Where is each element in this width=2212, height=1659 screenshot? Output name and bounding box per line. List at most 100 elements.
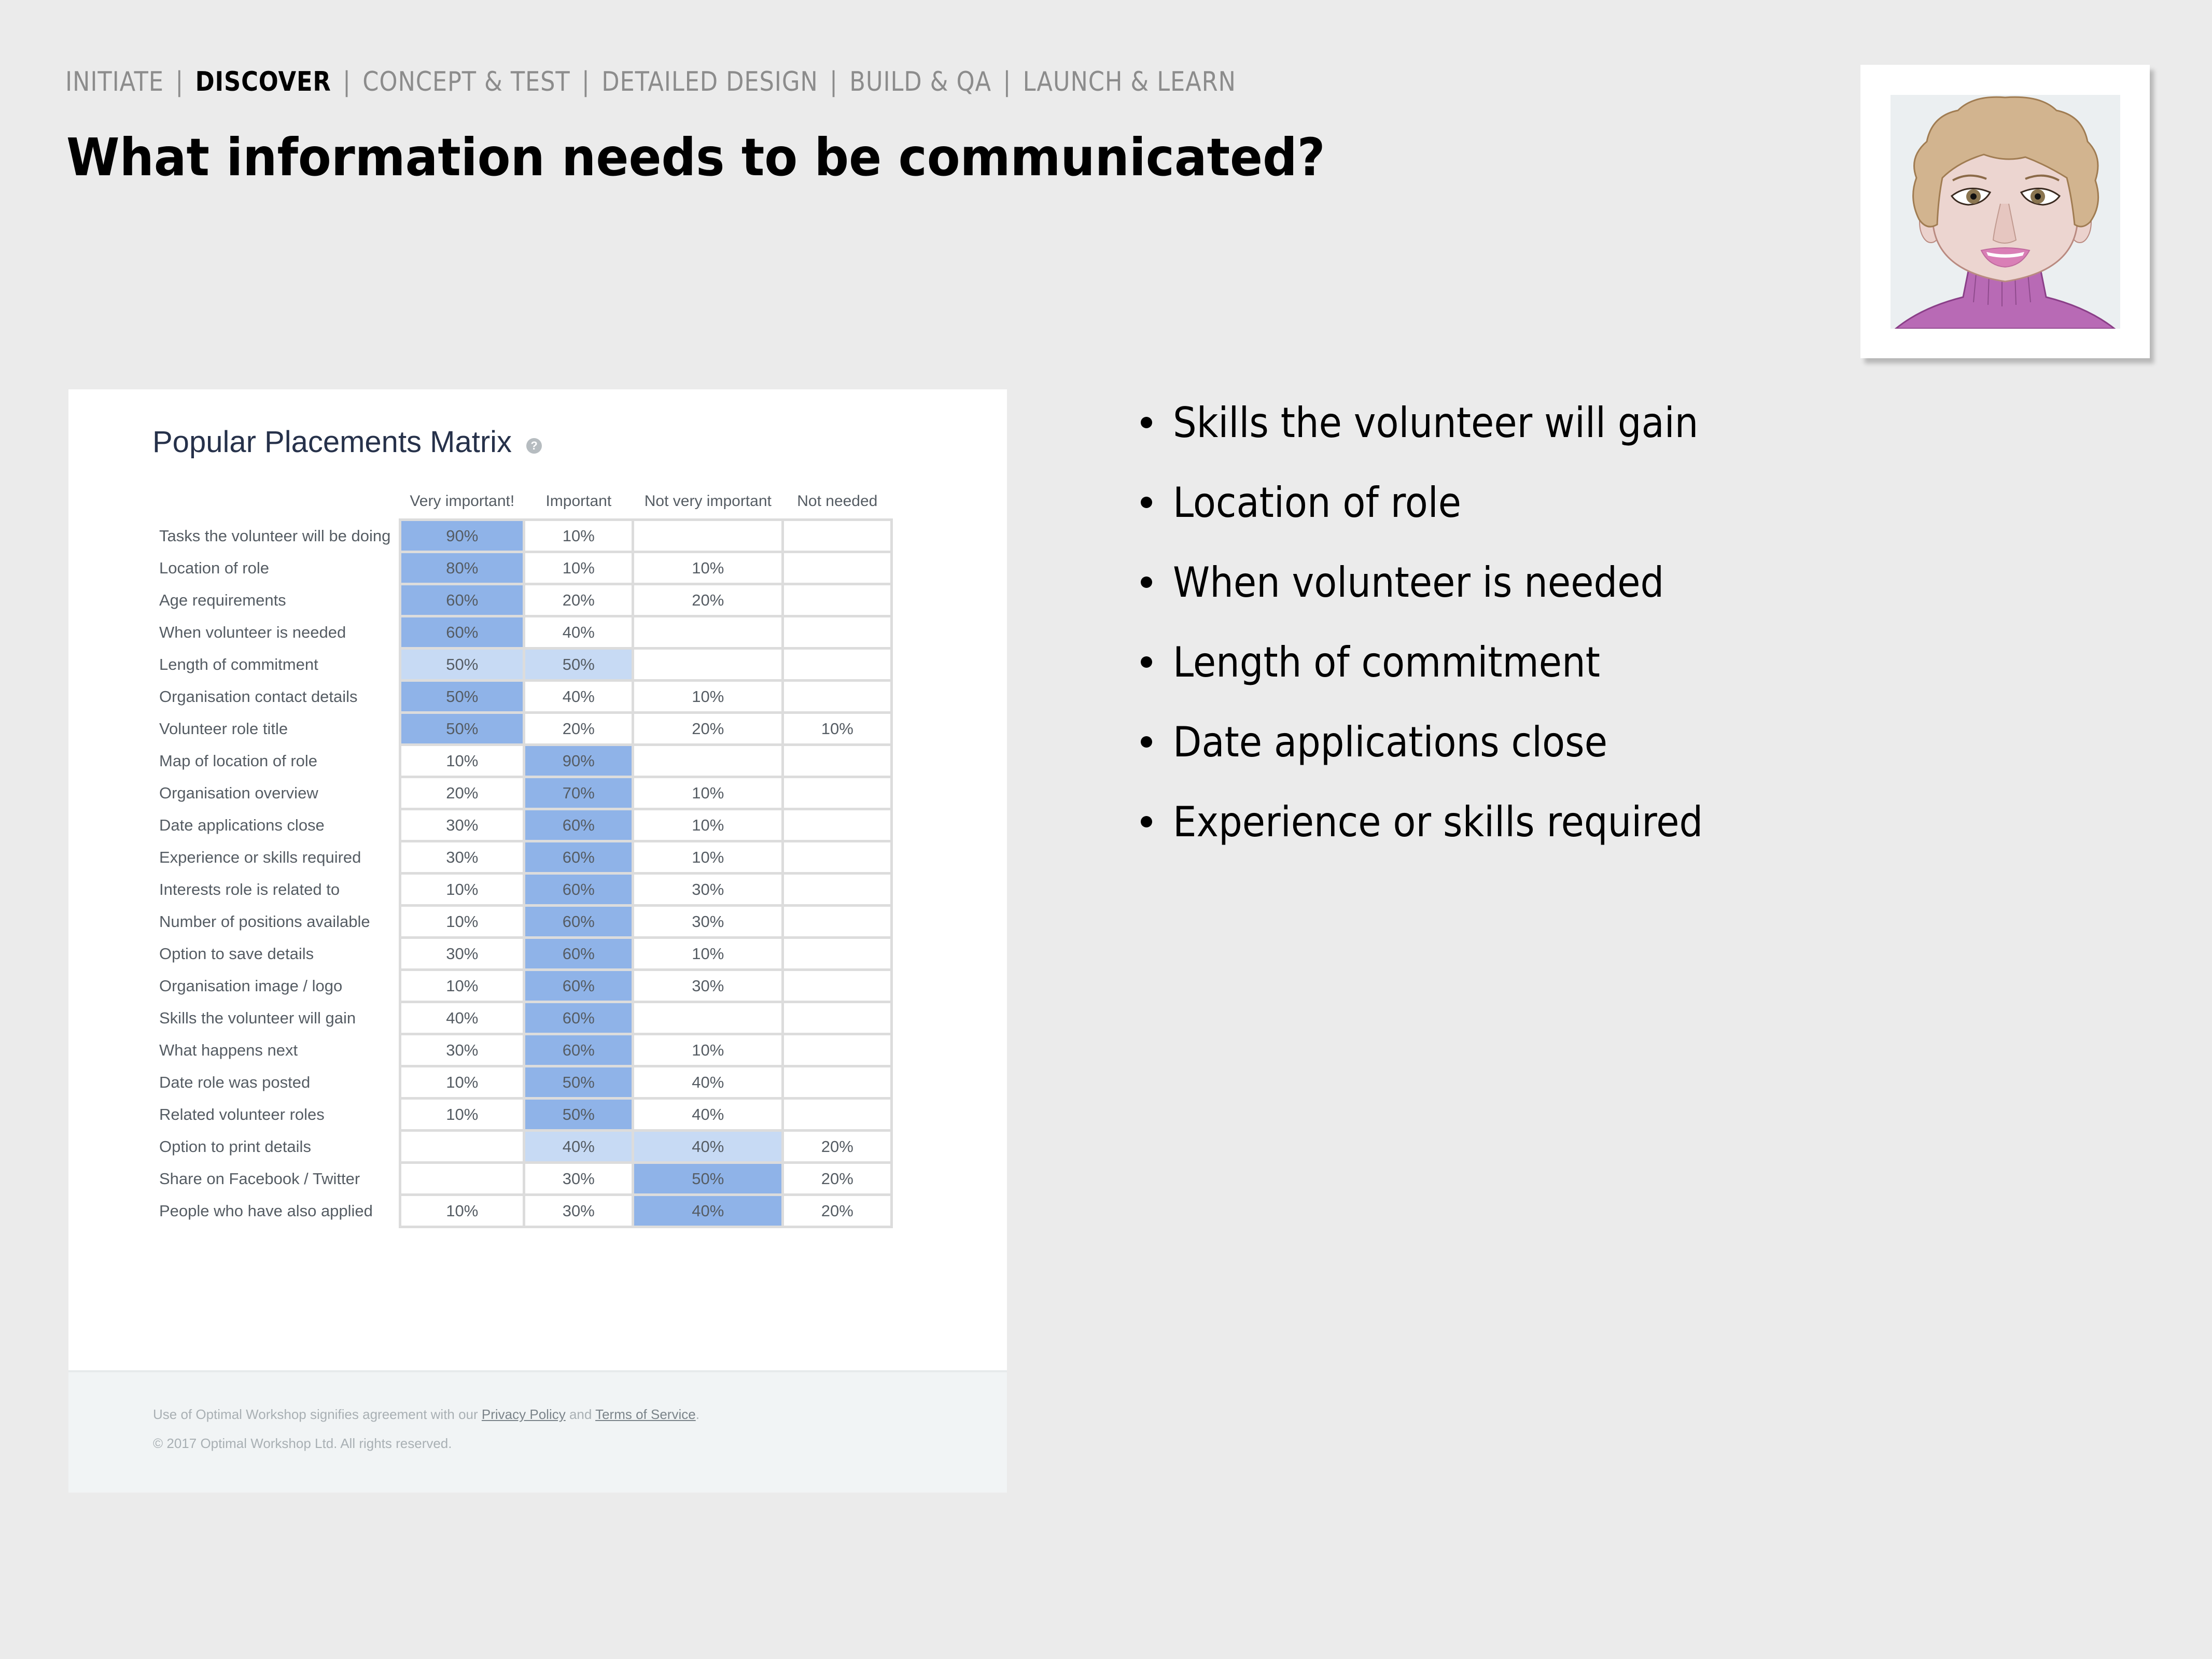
matrix-cell <box>781 840 893 875</box>
process-breadcrumb: INITIATE | DISCOVER | CONCEPT & TEST | D… <box>65 66 1236 97</box>
step-initiate: INITIATE <box>65 66 164 97</box>
placements-matrix-table: Very important! Important Not very impor… <box>154 490 893 1228</box>
matrix-cell: 60% <box>399 583 526 617</box>
table-row: Number of positions available 10% 60% 30% <box>154 904 893 939</box>
row-label: Organisation image / logo <box>154 969 400 1002</box>
persona-card <box>1860 65 2150 358</box>
separator: | <box>581 66 590 97</box>
matrix-cell <box>781 679 893 714</box>
table-row: Interests role is related to 10% 60% 30% <box>154 872 893 907</box>
matrix-cell <box>632 518 785 553</box>
matrix-cell <box>781 808 893 842</box>
matrix-cell <box>781 647 893 682</box>
separator: | <box>343 66 351 97</box>
bullet-icon <box>1141 577 1152 588</box>
bullet-icon <box>1141 656 1152 668</box>
matrix-cell: 30% <box>632 904 785 939</box>
row-label: Interests role is related to <box>154 873 400 906</box>
matrix-cell <box>632 743 785 778</box>
terms-notice: Use of Optimal Workshop signifies agreem… <box>153 1407 699 1423</box>
matrix-cell: 50% <box>523 1097 635 1132</box>
table-row: Organisation image / logo 10% 60% 30% <box>154 968 893 1003</box>
matrix-cell <box>781 904 893 939</box>
terms-suffix: . <box>695 1407 699 1422</box>
row-label: Organisation overview <box>154 777 400 809</box>
list-item: Experience or skills required <box>1141 782 1762 862</box>
matrix-cell <box>781 968 893 1003</box>
table-row: Volunteer role title 50% 20% 20% 10% <box>154 711 893 746</box>
matrix-cell: 40% <box>523 1129 635 1164</box>
matrix-cell: 90% <box>399 518 526 553</box>
matrix-cell: 40% <box>632 1097 785 1132</box>
matrix-cell: 60% <box>523 968 635 1003</box>
matrix-title-row: Popular Placements Matrix ? <box>152 425 542 459</box>
help-icon[interactable]: ? <box>526 438 542 454</box>
matrix-cell: 10% <box>399 743 526 778</box>
list-item: Length of commitment <box>1141 622 1762 702</box>
matrix-body: Tasks the volunteer will be doing 90% 10% L… <box>154 518 893 1228</box>
matrix-cell: 40% <box>523 615 635 650</box>
table-row: Organisation contact details 50% 40% 10% <box>154 679 893 714</box>
row-label: Age requirements <box>154 584 400 616</box>
matrix-cell: 30% <box>523 1161 635 1196</box>
step-build-qa: BUILD & QA <box>849 66 991 97</box>
row-label: Date role was posted <box>154 1066 400 1099</box>
matrix-cell: 10% <box>399 872 526 907</box>
matrix-cell: 20% <box>399 776 526 810</box>
matrix-cell: 20% <box>523 711 635 746</box>
matrix-cell: 60% <box>523 904 635 939</box>
table-row: Share on Facebook / Twitter 30% 50% 20% <box>154 1161 893 1196</box>
matrix-cell: 10% <box>632 551 785 585</box>
matrix-cell: 10% <box>399 1097 526 1132</box>
row-label: When volunteer is needed <box>154 616 400 649</box>
matrix-cell: 20% <box>632 711 785 746</box>
matrix-cell: 30% <box>399 936 526 971</box>
table-row: Age requirements 60% 20% 20% <box>154 583 893 617</box>
table-row: Related volunteer roles 10% 50% 40% <box>154 1097 893 1132</box>
bullet-icon <box>1141 816 1152 827</box>
table-row: Length of commitment 50% 50% <box>154 647 893 682</box>
matrix-cell: 40% <box>632 1193 785 1228</box>
matrix-cell: 20% <box>781 1129 893 1164</box>
row-label: Option to print details <box>154 1130 400 1163</box>
matrix-cell: 60% <box>399 615 526 650</box>
matrix-cell <box>781 1097 893 1132</box>
column-header: Very important! <box>410 493 515 510</box>
separator: | <box>175 66 184 97</box>
row-label: Skills the volunteer will gain <box>154 1002 400 1034</box>
table-row: Skills the volunteer will gain 40% 60% <box>154 1001 893 1035</box>
avatar-woman-curly-hair-icon <box>1894 96 2116 329</box>
privacy-policy-link[interactable]: Privacy Policy <box>482 1407 566 1422</box>
list-item-text: Length of commitment <box>1173 638 1600 686</box>
row-label: What happens next <box>154 1034 400 1066</box>
step-detailed-design: DETAILED DESIGN <box>601 66 818 97</box>
row-label: Map of location of role <box>154 744 400 777</box>
matrix-cell: 20% <box>781 1193 893 1228</box>
matrix-cell: 60% <box>523 936 635 971</box>
matrix-cell: 60% <box>523 1001 635 1035</box>
matrix-cell: 30% <box>399 808 526 842</box>
matrix-cell: 30% <box>399 1033 526 1067</box>
panel-footer: Use of Optimal Workshop signifies agreem… <box>68 1370 1007 1493</box>
matrix-cell: 10% <box>399 1193 526 1228</box>
matrix-cell: 10% <box>632 936 785 971</box>
matrix-cell: 10% <box>632 840 785 875</box>
matrix-cell: 20% <box>523 583 635 617</box>
list-item-text: Location of role <box>1173 478 1462 527</box>
row-label: Length of commitment <box>154 648 400 681</box>
persona-avatar <box>1891 95 2120 329</box>
table-row: Map of location of role 10% 90% <box>154 743 893 778</box>
matrix-cell: 30% <box>523 1193 635 1228</box>
matrix-cell: 40% <box>399 1001 526 1035</box>
bullet-icon <box>1141 417 1152 428</box>
matrix-cell: 10% <box>632 808 785 842</box>
matrix-cell: 70% <box>523 776 635 810</box>
matrix-cell <box>781 936 893 971</box>
matrix-cell <box>781 583 893 617</box>
terms-of-service-link[interactable]: Terms of Service <box>595 1407 696 1422</box>
matrix-cell: 30% <box>632 968 785 1003</box>
row-label: Experience or skills required <box>154 841 400 874</box>
matrix-cell <box>781 551 893 585</box>
matrix-cell: 80% <box>399 551 526 585</box>
matrix-cell <box>781 518 893 553</box>
